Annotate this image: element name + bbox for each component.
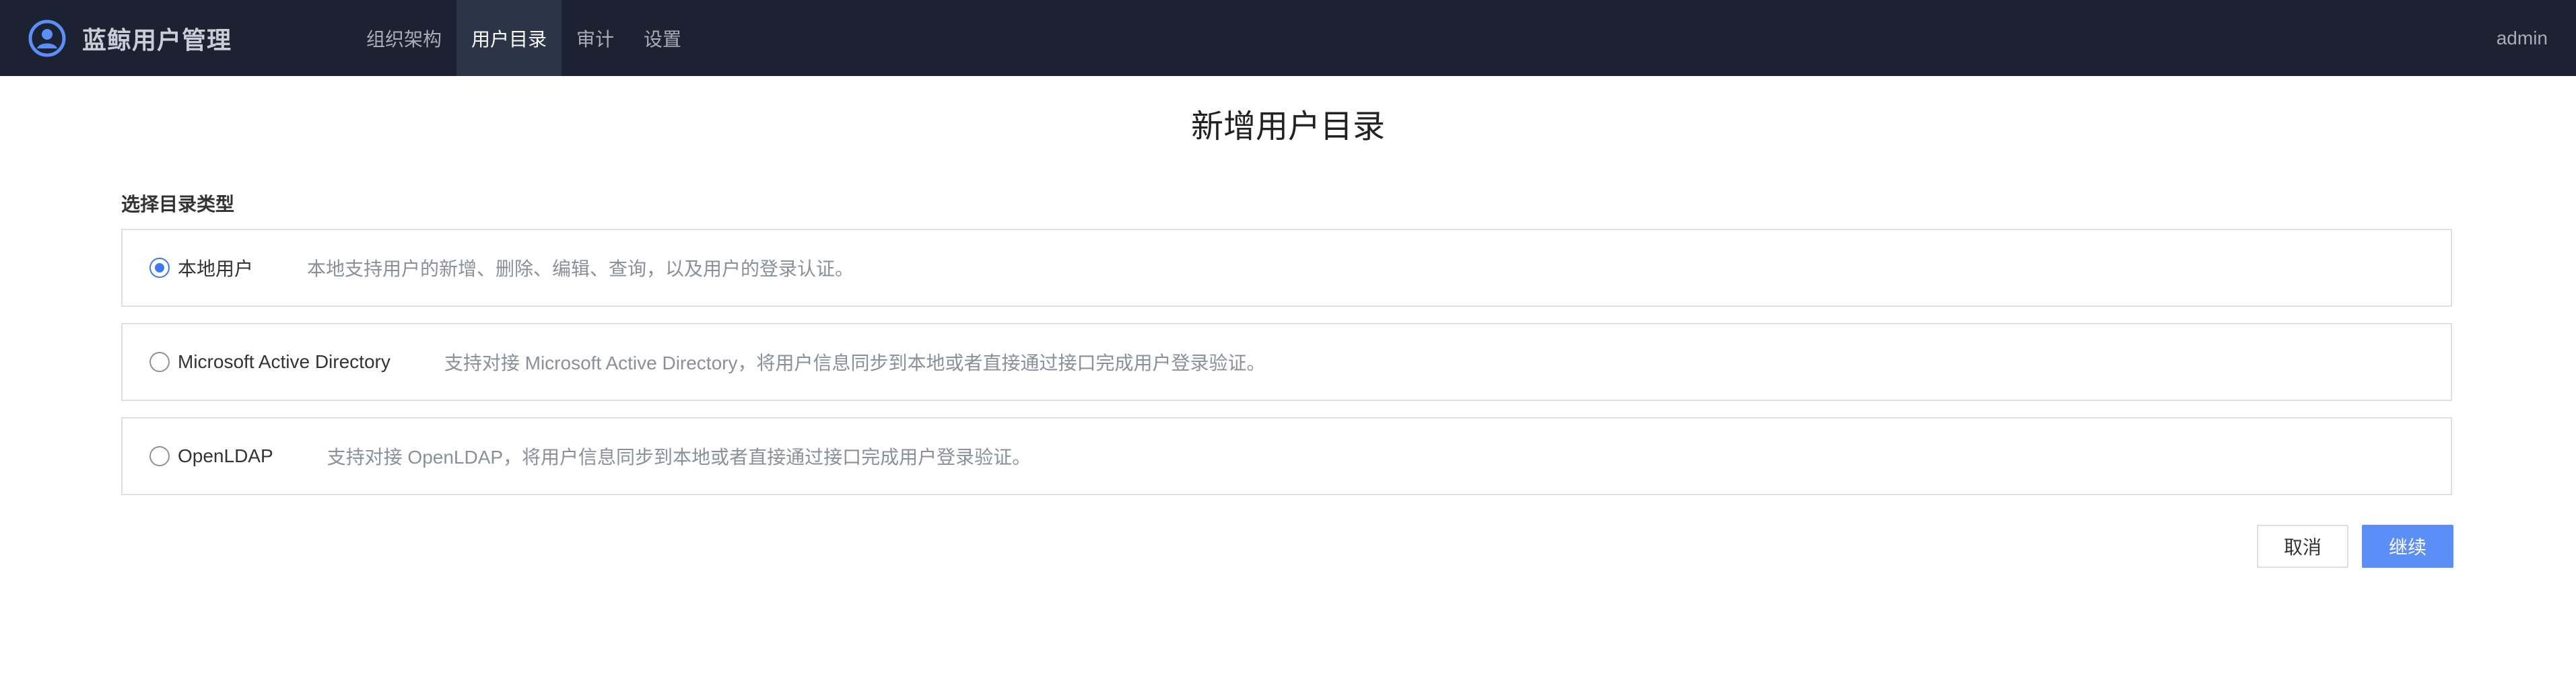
radio-button[interactable] xyxy=(149,352,170,372)
directory-option-openldap[interactable]: OpenLDAP 支持对接 OpenLDAP，将用户信息同步到本地或者直接通过接… xyxy=(121,417,2452,495)
nav-item-audit[interactable]: 审计 xyxy=(562,0,629,76)
user-circle-icon xyxy=(28,20,66,57)
option-label: Microsoft Active Directory xyxy=(178,351,391,372)
top-navigation-bar: 蓝鲸用户管理 组织架构 用户目录 审计 设置 admin xyxy=(0,0,2576,76)
option-label: 本地用户 xyxy=(178,258,254,279)
user-menu[interactable]: admin xyxy=(2497,0,2548,76)
nav-item-organization[interactable]: 组织架构 xyxy=(351,0,456,76)
nav-item-settings[interactable]: 设置 xyxy=(629,0,696,76)
radio-button[interactable] xyxy=(149,446,170,466)
option-description: 本地支持用户的新增、删除、编辑、查询，以及用户的登录认证。 xyxy=(307,258,854,279)
option-label: OpenLDAP xyxy=(178,445,273,466)
cancel-button[interactable]: 取消 xyxy=(2257,525,2348,568)
continue-button[interactable]: 继续 xyxy=(2362,525,2453,568)
option-description: 支持对接 OpenLDAP，将用户信息同步到本地或者直接通过接口完成用户登录验证… xyxy=(327,447,1031,468)
directory-option-local[interactable]: 本地用户 本地支持用户的新增、删除、编辑、查询，以及用户的登录认证。 xyxy=(121,229,2452,307)
main-nav: 组织架构 用户目录 审计 设置 xyxy=(351,0,696,76)
section-label: 选择目录类型 xyxy=(121,194,235,215)
radio-button-checked[interactable] xyxy=(149,258,170,278)
option-description: 支持对接 Microsoft Active Directory，将用户信息同步到… xyxy=(444,353,1266,373)
page-title: 新增用户目录 xyxy=(1190,109,1385,145)
app-title: 蓝鲸用户管理 xyxy=(82,26,232,54)
brand[interactable]: 蓝鲸用户管理 xyxy=(28,0,232,76)
directory-option-active-directory[interactable]: Microsoft Active Directory 支持对接 Microsof… xyxy=(121,323,2452,401)
nav-item-user-directory[interactable]: 用户目录 xyxy=(456,0,562,76)
